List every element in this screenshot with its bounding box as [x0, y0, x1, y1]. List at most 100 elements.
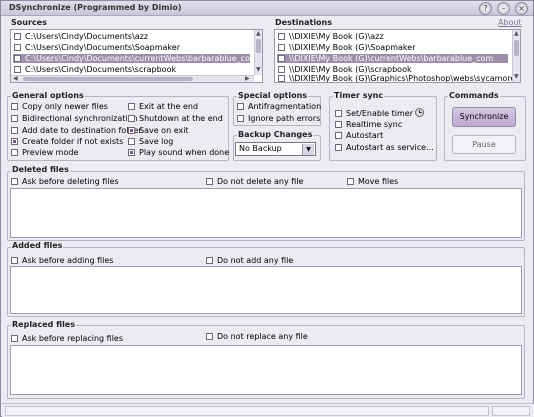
help-icon[interactable]: ?	[479, 2, 492, 15]
destination-checkbox[interactable]	[278, 75, 285, 82]
checkbox[interactable]	[206, 178, 213, 185]
source-checkbox[interactable]	[14, 44, 21, 51]
timer-sync-title: Timer sync	[333, 91, 385, 100]
window-title: DSynchronize (Programmed by Dimio)	[9, 3, 182, 12]
checkbox[interactable]	[11, 149, 18, 156]
scroll-right-icon[interactable]: ▶	[245, 76, 250, 82]
deleted-files-title: Deleted files	[11, 165, 70, 174]
checkbox[interactable]	[237, 103, 244, 110]
scroll-up-icon[interactable]: ▲	[256, 31, 261, 37]
deleted-files-list[interactable]	[10, 188, 522, 238]
option-label: Ask before deleting files	[22, 177, 119, 186]
destination-path: \\DIXIE\My Book (G)\Graphics\Photoshop\w…	[289, 74, 521, 83]
list-item[interactable]: \\DIXIE\My Book (G)\Soapmaker	[277, 43, 508, 52]
backup-changes-select[interactable]: No Backup ▼	[235, 142, 316, 156]
close-icon[interactable]: ×	[515, 2, 528, 15]
option-label: Do not delete any file	[217, 177, 304, 186]
about-link[interactable]: About	[498, 18, 522, 27]
option-label: Autostart as service...	[346, 143, 434, 152]
source-checkbox[interactable]	[14, 66, 21, 73]
checkbox[interactable]	[128, 103, 135, 110]
checkbox[interactable]	[335, 132, 342, 139]
checkbox[interactable]	[11, 178, 18, 185]
destination-path: \\DIXIE\My Book (G)\currentWebs\barbarab…	[289, 54, 494, 63]
list-item[interactable]: C:\Users\Cindy\Documents\azz	[13, 32, 250, 41]
checkbox[interactable]	[237, 115, 244, 122]
backup-changes-value: No Backup	[239, 144, 282, 153]
checkbox[interactable]	[206, 257, 213, 264]
option-label: Add date to destination folder	[22, 126, 142, 135]
checkbox[interactable]	[335, 121, 342, 128]
destination-checkbox[interactable]	[278, 55, 285, 62]
commands-title: Commands	[448, 91, 500, 100]
checkbox[interactable]	[11, 115, 18, 122]
scroll-down-icon[interactable]: ▼	[256, 67, 261, 73]
list-item[interactable]: C:\Users\Cindy\Documents\Soapmaker	[13, 43, 250, 52]
option-label: Save on exit	[139, 126, 189, 135]
checkbox[interactable]	[128, 138, 135, 145]
chevron-down-icon[interactable]: ▼	[302, 144, 314, 155]
scroll-down-icon[interactable]: ▼	[514, 74, 519, 80]
checkbox[interactable]	[128, 149, 135, 156]
status-bar	[2, 403, 534, 417]
option-label: Shutdown at the end	[139, 114, 223, 123]
list-item[interactable]: \\DIXIE\My Book (G)\azz	[277, 32, 508, 41]
option-label: Set/Enable timer	[346, 109, 413, 118]
source-path: C:\Users\Cindy\Documents\Soapmaker	[25, 43, 180, 52]
list-item[interactable]: \\DIXIE\My Book (G)\scrapbook	[277, 65, 508, 74]
list-item-selected[interactable]: C:\Users\Cindy\Documents\currentWebs\bar…	[13, 54, 258, 63]
option-label: Ignore path errors	[248, 114, 321, 123]
option-label: Bidirectional synchronization	[22, 114, 138, 123]
checkbox[interactable]	[11, 138, 18, 145]
added-files-list[interactable]	[10, 266, 522, 314]
checkbox[interactable]	[128, 115, 135, 122]
sources-vertical-scrollbar[interactable]: ▲ ▼	[254, 30, 262, 75]
list-item-selected[interactable]: \\DIXIE\My Book (G)\currentWebs\barbarab…	[277, 54, 508, 63]
source-checkbox[interactable]	[14, 33, 21, 40]
clock-icon[interactable]	[415, 108, 424, 117]
status-panel-main	[5, 406, 489, 416]
scrollbar-thumb[interactable]	[256, 39, 261, 53]
option-label: Save log	[139, 137, 174, 146]
list-item[interactable]: \\DIXIE\My Book (G)\Graphics\Photoshop\w…	[277, 74, 520, 82]
status-panel-extra	[492, 406, 530, 416]
checkbox[interactable]	[128, 127, 135, 134]
checkbox[interactable]	[335, 144, 342, 151]
sources-list[interactable]: C:\Users\Cindy\Documents\azz C:\Users\Ci…	[10, 29, 263, 83]
synchronize-button[interactable]: Synchronize	[452, 107, 516, 127]
destination-path: \\DIXIE\My Book (G)\scrapbook	[289, 65, 412, 74]
title-bar[interactable]: DSynchronize (Programmed by Dimio) ? – ×	[1, 1, 533, 16]
special-options-title: Special options	[237, 91, 309, 100]
destination-path: \\DIXIE\My Book (G)\Soapmaker	[289, 43, 416, 52]
added-files-title: Added files	[11, 241, 64, 250]
option-label: Do not add any file	[217, 256, 294, 265]
checkbox[interactable]	[347, 178, 354, 185]
checkbox[interactable]	[335, 110, 342, 117]
list-item[interactable]: C:\Users\Cindy\Documents\scrapbook	[13, 65, 250, 74]
scrollbar-thumb[interactable]	[23, 77, 193, 81]
option-label: Create folder if not exists	[22, 137, 124, 146]
destination-path: \\DIXIE\My Book (G)\azz	[289, 32, 384, 41]
app-window: DSynchronize (Programmed by Dimio) ? – ×…	[0, 0, 534, 417]
option-label: Antifragmentation	[248, 102, 322, 111]
destination-checkbox[interactable]	[278, 33, 285, 40]
scroll-up-icon[interactable]: ▲	[514, 31, 519, 37]
checkbox[interactable]	[11, 257, 18, 264]
source-checkbox[interactable]	[14, 55, 21, 62]
checkbox[interactable]	[11, 103, 18, 110]
sources-horizontal-scrollbar[interactable]: ◀ ▶	[11, 75, 254, 82]
scroll-left-icon[interactable]: ◀	[13, 76, 18, 82]
destinations-vertical-scrollbar[interactable]: ▲ ▼	[512, 30, 520, 82]
backup-changes-title: Backup Changes	[237, 130, 314, 139]
pause-button[interactable]: Pause	[452, 135, 516, 154]
checkbox[interactable]	[11, 127, 18, 134]
destinations-list[interactable]: \\DIXIE\My Book (G)\azz \\DIXIE\My Book …	[274, 29, 521, 83]
checkbox[interactable]	[11, 335, 18, 342]
destination-checkbox[interactable]	[278, 66, 285, 73]
scrollbar-thumb[interactable]	[514, 40, 519, 56]
minimize-icon[interactable]: –	[497, 2, 510, 15]
checkbox[interactable]	[206, 333, 213, 340]
sources-title: Sources	[11, 18, 47, 27]
replaced-files-list[interactable]	[10, 345, 522, 395]
destination-checkbox[interactable]	[278, 44, 285, 51]
